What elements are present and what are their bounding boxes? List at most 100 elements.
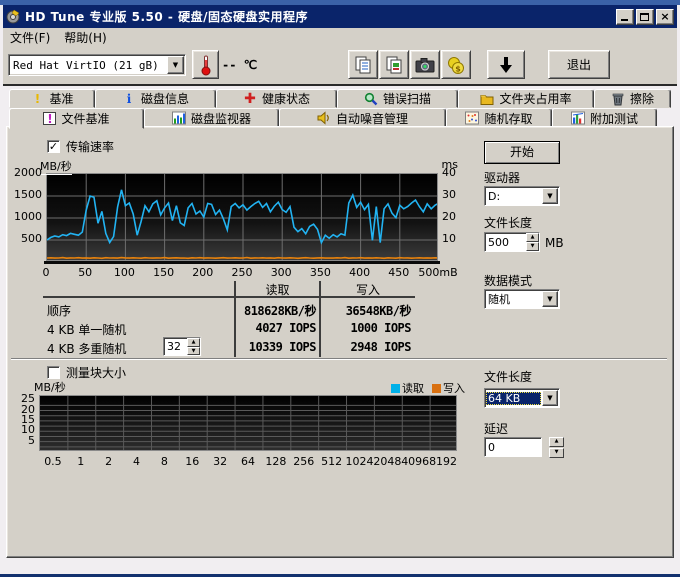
screenshot-button[interactable] — [410, 50, 440, 79]
drive-combobox[interactable]: Red Hat VirtIO (21 gB) ▼ — [8, 54, 186, 76]
chevron-down-icon[interactable]: ▼ — [542, 188, 558, 204]
spin-down-icon[interactable]: ▼ — [526, 242, 539, 251]
row-4k-single-write: 1000 IOPS — [323, 321, 411, 335]
delay-input[interactable]: 0 — [484, 437, 542, 457]
spin-up-icon[interactable]: ▲ — [526, 233, 539, 242]
tab-disk-info[interactable]: i 磁盘信息 — [95, 89, 216, 108]
exclamation-icon: ! — [30, 92, 44, 106]
options-button[interactable]: $ — [441, 50, 471, 79]
chart2-ylabel: MB/秒 — [34, 379, 66, 395]
toolbar-separator — [3, 84, 677, 86]
write-legend-swatch — [432, 384, 441, 393]
tab-aam[interactable]: 自动噪音管理 — [279, 108, 446, 128]
svg-text:$: $ — [455, 64, 461, 73]
save-results-button[interactable] — [487, 50, 525, 79]
chart1-ylabel-left: MB/秒 — [40, 158, 72, 175]
row-4k-single-label: 4 KB 单一随机 — [47, 321, 126, 338]
drive-label: 驱动器 — [484, 169, 520, 186]
spin-up-icon[interactable]: ▲ — [549, 437, 564, 447]
app-window: HD Tune 专业版 5.50 - 硬盘/固态硬盘实用程序 × 文件(F) 帮… — [0, 0, 680, 577]
maximize-button[interactable] — [636, 9, 654, 25]
tab-erase[interactable]: 擦除 — [594, 89, 671, 108]
row-sequential-label: 顺序 — [47, 302, 71, 319]
queue-depth-spinner[interactable]: 32 ▲ ▼ — [163, 337, 201, 356]
spin-up-icon[interactable]: ▲ — [187, 338, 200, 347]
chevron-down-icon[interactable]: ▼ — [167, 56, 184, 74]
tab-folder-usage[interactable]: 文件夹占用率 — [458, 89, 594, 108]
tick-label: 1000 — [8, 210, 42, 223]
col-header-write: 写入 — [321, 281, 415, 298]
tab-file-benchmark[interactable]: ! 文件基准 — [9, 108, 144, 129]
delay-spinner: ▲ ▼ — [549, 437, 564, 458]
maximize-icon — [640, 13, 649, 21]
results-table: 读取 写入 顺序 818628KB/秒 36548KB/秒 4 KB 单一随机 … — [43, 281, 419, 357]
tick-label: 8192 — [419, 455, 467, 468]
random-dots-icon — [465, 111, 479, 125]
row-4k-multi-label: 4 KB 多重随机 — [47, 340, 126, 357]
drive-combobox-value: Red Hat VirtIO (21 gB) — [9, 59, 167, 72]
toolbar: Red Hat VirtIO (21 gB) ▼ -- ℃ — [3, 47, 677, 86]
thermometer-icon — [200, 54, 212, 76]
minimize-button[interactable] — [616, 9, 634, 25]
copy-text-icon — [354, 55, 372, 75]
drive-select-value: D: — [485, 190, 542, 203]
block-size-checkbox[interactable] — [47, 366, 60, 379]
tick-label: 5 — [11, 434, 35, 447]
exit-button-label: 退出 — [567, 56, 591, 73]
window-title: HD Tune 专业版 5.50 - 硬盘/固态硬盘实用程序 — [25, 8, 614, 25]
row-4k-multi-read: 10339 IOPS — [234, 340, 316, 354]
transfer-rate-label: 传输速率 — [66, 138, 114, 155]
down-arrow-icon — [498, 55, 514, 75]
copy-image-button[interactable] — [379, 50, 409, 79]
tab-random-access[interactable]: 随机存取 — [446, 108, 552, 128]
chevron-down-icon[interactable]: ▼ — [542, 291, 558, 307]
tab-disk-monitor[interactable]: 磁盘监视器 — [144, 108, 279, 128]
file-length-unit: MB — [545, 236, 564, 250]
menubar: 文件(F) 帮助(H) — [3, 28, 677, 47]
section-divider — [11, 358, 667, 360]
close-icon: × — [657, 10, 673, 24]
start-button[interactable]: 开始 — [484, 141, 560, 164]
temperature-button[interactable] — [192, 50, 219, 79]
drive-select[interactable]: D: ▼ — [484, 186, 560, 206]
transfer-rate-checkbox[interactable]: ✓ — [47, 140, 60, 153]
titlebar[interactable]: HD Tune 专业版 5.50 - 硬盘/固态硬盘实用程序 × — [3, 5, 677, 28]
file-length-value: 500 — [485, 236, 526, 249]
copy-text-button[interactable] — [348, 50, 378, 79]
queue-depth-value: 32 — [164, 340, 187, 353]
block-size-chart: 252015105 0.5124816326412825651210242048… — [39, 395, 457, 451]
magnifier-icon — [364, 92, 378, 106]
bar-chart-icon — [172, 111, 186, 125]
mini-chart-icon — [571, 111, 585, 125]
transfer-chart-plot — [46, 173, 438, 261]
menu-file[interactable]: 文件(F) — [3, 27, 57, 48]
file-length-spinner[interactable]: 500 ▲ ▼ — [484, 232, 540, 252]
delay-value: 0 — [485, 441, 541, 454]
info-icon: i — [122, 92, 136, 106]
close-button[interactable]: × — [656, 9, 674, 25]
copy-image-icon — [385, 55, 403, 75]
chart1-x-axis — [44, 261, 440, 264]
chevron-down-icon[interactable]: ▼ — [542, 390, 558, 406]
tab-health[interactable]: ✚ 健康状态 — [216, 89, 337, 108]
tick-label: 1500 — [8, 188, 42, 201]
chart2-xticks: 0.512481632641282565121024204840968192 — [39, 455, 457, 469]
tab-strip-top: ! 基准 i 磁盘信息 ✚ 健康状态 错误扫描 文件夹占用率 — [3, 89, 677, 108]
spin-down-icon[interactable]: ▼ — [549, 448, 564, 458]
tab-strip-bottom: ! 文件基准 磁盘监视器 自动噪音管理 — [3, 108, 677, 128]
menu-help[interactable]: 帮助(H) — [57, 27, 113, 48]
transfer-rate-option: ✓ 传输速率 — [47, 138, 114, 155]
tick-label: 2000 — [8, 166, 42, 179]
block-length-select[interactable]: 64 KB ▼ — [484, 388, 560, 408]
tab-benchmark[interactable]: ! 基准 — [9, 89, 95, 108]
spin-down-icon[interactable]: ▼ — [187, 347, 200, 356]
chart2-legend: 读取 写入 — [391, 380, 465, 396]
tab-error-scan[interactable]: 错误扫描 — [337, 89, 458, 108]
tick-label: 500 — [8, 232, 42, 245]
tab-extra-tests[interactable]: 附加测试 — [552, 108, 657, 128]
tick-label: 20 — [442, 210, 476, 223]
write-legend-label: 写入 — [443, 380, 465, 396]
exit-button[interactable]: 退出 — [548, 50, 610, 79]
data-mode-label: 数据模式 — [484, 272, 532, 289]
data-mode-select[interactable]: 随机 ▼ — [484, 289, 560, 309]
